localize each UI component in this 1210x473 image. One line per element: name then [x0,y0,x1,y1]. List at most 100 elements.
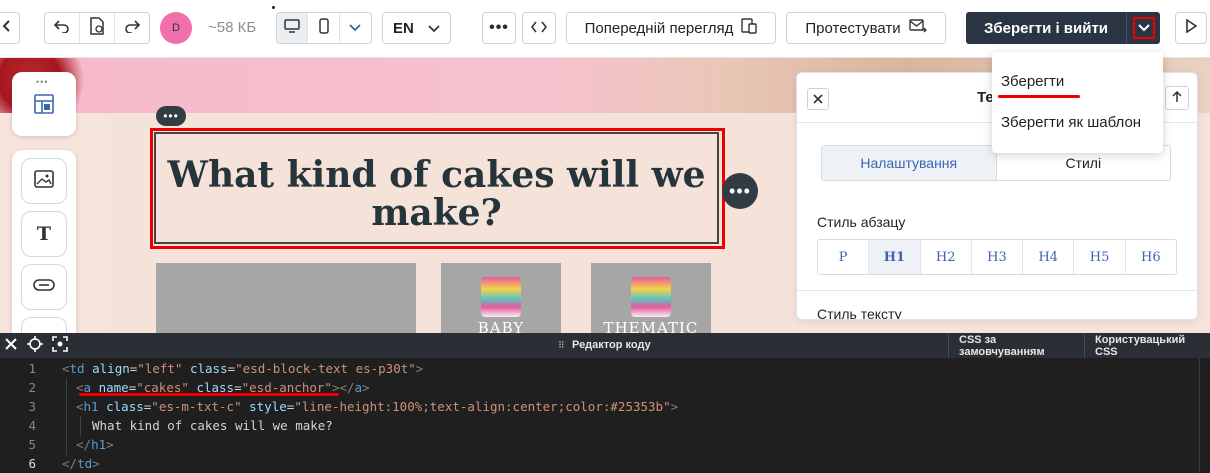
menu-item-save[interactable]: Зберегти [1001,73,1064,90]
more-options-button[interactable]: ••• [482,12,516,44]
line-number-gutter: 1 2 3 4 5 6 [0,358,50,473]
mobile-view-button[interactable] [308,13,340,43]
redo-icon [124,19,141,38]
close-icon [813,91,823,107]
heading-text[interactable]: What kind of cakes will we make? [154,156,719,232]
line-number: 3 [28,399,36,414]
drag-grip-icon[interactable]: ⠿ [558,340,566,351]
test-send-button[interactable]: Протестувати [786,12,946,44]
image-block-button[interactable] [21,158,67,204]
crosshair-icon [26,335,43,356]
test-label: Протестувати [805,19,901,37]
structure-panel-button[interactable]: ••• [12,72,76,136]
paragraph-style-selector: P H1 H2 H3 H4 H5 H6 [817,239,1177,275]
block-drag-handle[interactable]: ••• [156,106,186,126]
text-block-button[interactable]: T [21,211,67,257]
line-number: 5 [28,437,36,452]
line-number: 6 [28,456,36,471]
desktop-view-button[interactable] [277,13,309,43]
paragraph-option-h4[interactable]: H4 [1023,240,1075,274]
line-number: 2 [28,380,36,395]
top-toolbar: D ~58 КБ EN ••• Попередній перегляд Прот… [0,0,1210,58]
block-actions-button[interactable]: ••• [722,173,758,209]
indent-guide [66,378,67,455]
close-settings-button[interactable] [807,88,829,110]
cake-image-1[interactable] [156,263,416,333]
code-editor-header: ⠿ Редактор коду CSS за замовчуванням Кор… [0,333,1210,358]
save-options-highlight [1132,17,1155,39]
text-style-label: Стиль тексту [817,306,902,320]
paragraph-option-p[interactable]: P [818,240,870,274]
cake-caption: Thematic [603,319,699,333]
layout-blocks-icon [34,94,54,119]
button-block-button[interactable] [21,264,67,310]
undo-icon [53,19,70,38]
back-button[interactable] [0,12,20,44]
paragraph-option-h2[interactable]: H2 [921,240,972,274]
code-editor-title: Редактор коду [572,339,651,351]
code-editor[interactable]: 1 2 3 4 5 6 <td align="left" class="esd-… [0,358,1210,473]
paragraph-style-label: Стиль абзацу [817,214,906,230]
desktop-icon [284,18,300,38]
content-tools-panel: T [12,150,76,337]
code-editor-button[interactable] [522,12,556,44]
line-number: 4 [28,418,36,433]
chevron-down-icon [1137,19,1150,37]
grip-icon: ••• [36,77,49,87]
device-switcher [276,12,372,44]
save-and-exit-button[interactable]: Зберегти і вийти [966,12,1126,44]
language-value: EN [393,19,414,37]
paragraph-option-h3[interactable]: H3 [972,240,1024,274]
image-icon [34,169,54,193]
focus-element-button[interactable] [50,335,69,356]
code-line-6: </td> [62,456,100,471]
tab-settings[interactable]: Налаштування [822,146,997,180]
paragraph-option-h6[interactable]: H6 [1126,240,1176,274]
save-highlight-underline [998,95,1080,98]
preview-devices-icon [741,18,758,38]
chevron-down-icon [428,20,440,37]
cake-image-thematic[interactable]: Thematic [591,263,711,333]
document-history-icon [89,16,105,40]
device-dropdown-button[interactable] [340,13,371,43]
mobile-icon [318,17,329,39]
save-options-toggle[interactable] [1126,12,1160,44]
code-line-3: <h1 class="es-m-txt-c" style="line-heigh… [76,399,679,414]
code-line-4: What kind of cakes will we make? [92,418,333,433]
paragraph-option-h5[interactable]: H5 [1074,240,1126,274]
editor-scrollbar[interactable] [1199,358,1200,473]
version-history-button[interactable] [80,13,115,43]
language-select[interactable]: EN [382,12,451,44]
undo-button[interactable] [45,13,80,43]
close-icon [4,337,17,354]
chevron-left-icon [2,19,12,37]
tab-custom-css[interactable]: Користувацький CSS [1084,333,1210,358]
locate-element-button[interactable] [25,335,44,356]
history-group [44,12,150,44]
email-size-label: ~58 КБ [208,19,257,36]
menu-item-save-as-template[interactable]: Зберегти як шаблон [1001,114,1141,131]
preview-button[interactable]: Попередній перегляд [566,12,776,44]
avatar[interactable]: D [160,12,192,44]
indent-guide [80,416,81,436]
save-options-menu: Зберегти Зберегти як шаблон [992,52,1163,153]
paragraph-option-h1[interactable]: H1 [869,240,921,274]
close-editor-button[interactable] [1,336,20,355]
tab-default-css[interactable]: CSS за замовчуванням [948,333,1084,358]
section-divider [797,290,1197,291]
anchor-highlight-underline [79,393,339,396]
ellipsis-icon: ••• [489,19,509,36]
focus-icon [51,335,68,356]
cake-image-baby[interactable]: Baby [441,263,561,333]
save-and-exit-group: Зберегти і вийти [966,12,1160,44]
preview-label: Попередній перегляд [584,19,734,37]
select-parent-button[interactable] [1165,86,1189,110]
cake-illustration [631,277,671,317]
mail-send-icon [908,19,927,37]
run-button[interactable] [1175,12,1207,44]
play-icon [1185,18,1198,38]
redo-button[interactable] [115,13,149,43]
cake-caption: Baby [477,319,525,333]
button-block-icon [33,278,55,296]
indicator-dot [272,6,275,9]
